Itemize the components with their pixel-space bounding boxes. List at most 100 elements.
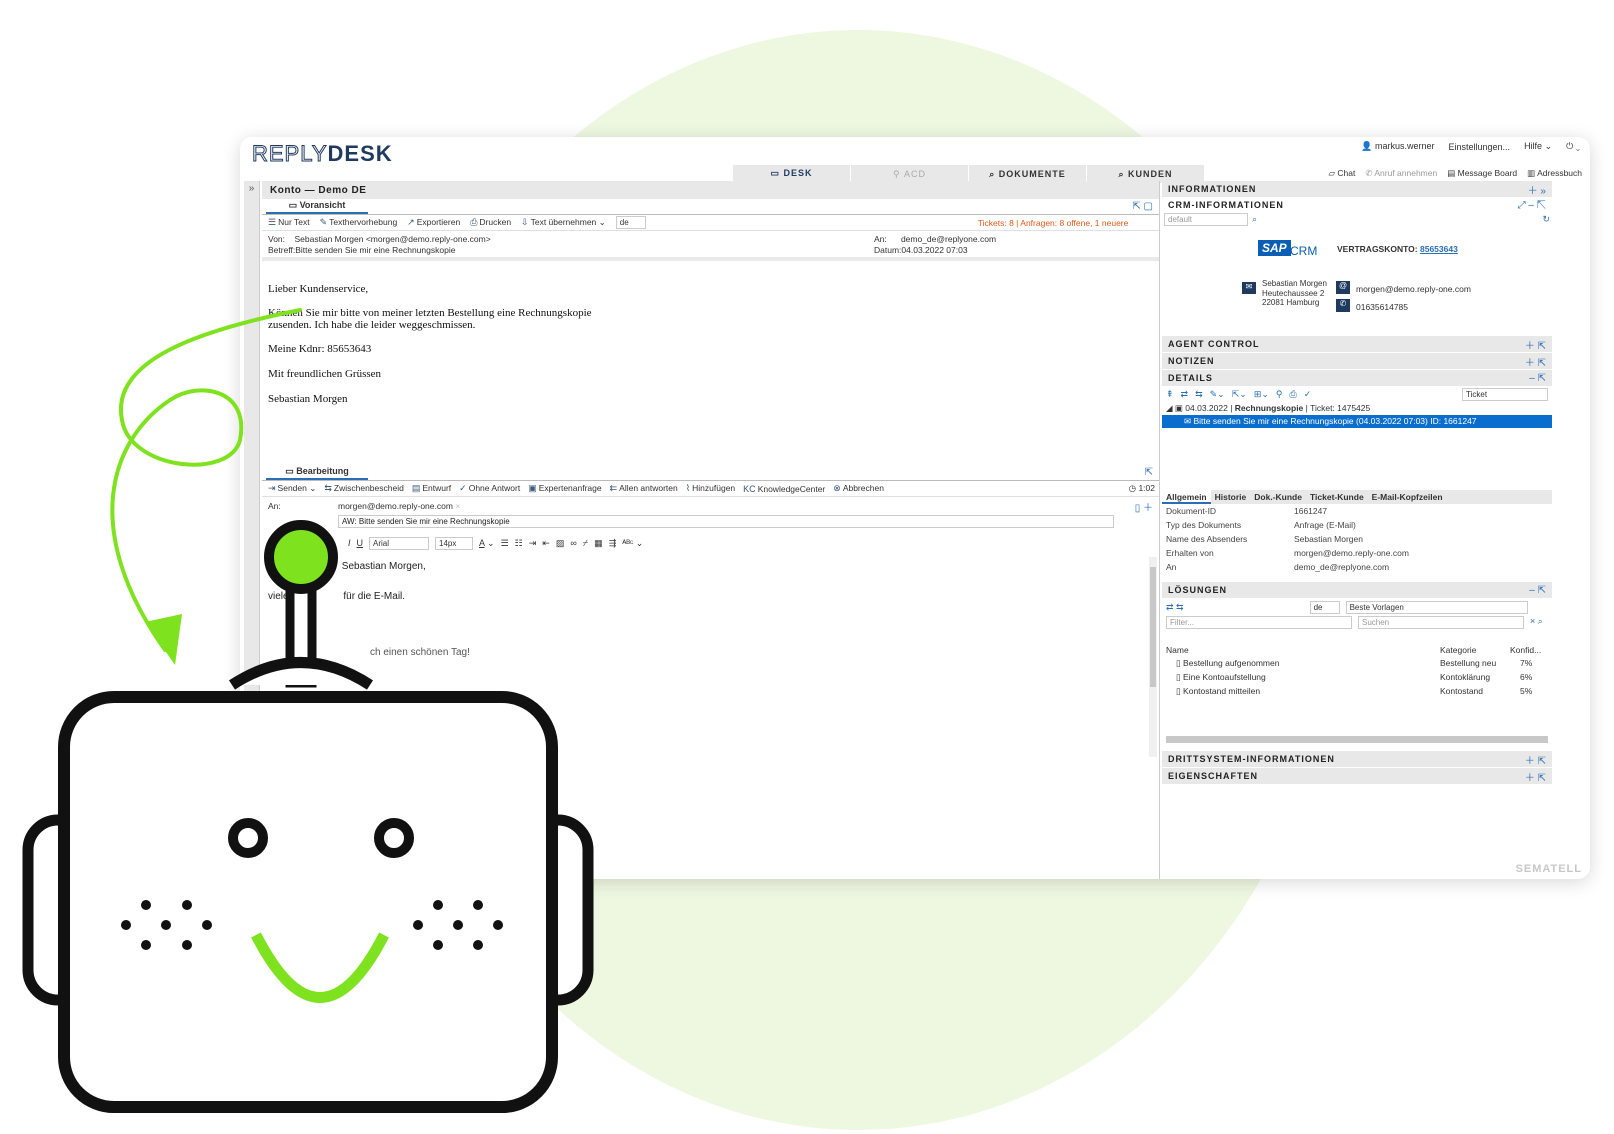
customer-email[interactable]: morgen@demo.reply-one.com — [1356, 284, 1471, 294]
tree-edit-icon[interactable]: ✎⌄ — [1210, 389, 1225, 400]
highlight-button[interactable]: ✎ Texthervorhebung — [320, 217, 398, 228]
tab-historie[interactable]: Historie — [1211, 490, 1251, 504]
add-recipient-icon[interactable]: ▯ ＋ — [1135, 499, 1153, 514]
properties-header[interactable]: EIGENSCHAFTEN ＋ ⇱ — [1162, 768, 1552, 784]
user-name[interactable]: markus.werner — [1375, 141, 1435, 151]
customer-phone[interactable]: 01635614785 — [1356, 302, 1408, 312]
tab-allgemein[interactable]: Allgemein — [1162, 490, 1211, 504]
link-icon[interactable]: ∞ — [570, 538, 576, 548]
popout-edit-icon[interactable]: ⇱ — [1145, 467, 1153, 478]
tree-node-ticket[interactable]: ◢ ▣ 04.03.2022 | Rechnungskopie | Ticket… — [1162, 402, 1552, 415]
text-color-button[interactable]: A ⌄ — [479, 538, 495, 549]
list-number-icon[interactable]: ☷ — [515, 538, 523, 549]
tab-ticket-kunde[interactable]: Ticket-Kunde — [1306, 490, 1368, 504]
solutions-type-select[interactable]: Beste Vorlagen — [1345, 600, 1528, 614]
tree-merge-icon[interactable]: ⇄ — [1181, 389, 1189, 400]
italic-button[interactable]: I — [348, 538, 351, 548]
solutions-hscrollbar[interactable] — [1166, 736, 1548, 743]
help-link[interactable]: Hilfe ⌄ — [1524, 141, 1552, 152]
crm-controls[interactable]: ⤢ – ⇱ — [1518, 200, 1546, 211]
plain-text-button[interactable]: ☰ Nur Text — [268, 217, 310, 228]
tab-bearbeitung[interactable]: ▭ Bearbeitung — [266, 466, 368, 480]
collapse-sidebar-button[interactable]: » — [244, 181, 260, 873]
crm-label: CRM — [1290, 244, 1318, 258]
crm-refresh-icon[interactable]: ↻ — [1542, 214, 1550, 225]
underline-button[interactable]: U — [357, 538, 364, 548]
agent-control-header[interactable]: AGENT CONTROL ＋ ⇱ — [1162, 336, 1552, 352]
tree-node-selected[interactable]: ✉ Bitte senden Sie mir eine Rechnungskop… — [1162, 415, 1552, 428]
no-reply-button[interactable]: ✓ Ohne Antwort — [459, 483, 520, 494]
reply-subject-input[interactable]: AW: Bitte senden Sie mir eine Rechnungsk… — [338, 515, 1114, 528]
date-label: Datum: — [874, 245, 902, 255]
reply-to-value[interactable]: morgen@demo.reply-one.com — [338, 501, 453, 511]
tree-split-icon[interactable]: ⇆ — [1195, 389, 1203, 400]
unlink-icon[interactable]: ⌿ — [583, 538, 588, 549]
power-icon[interactable]: ⏻ ⌄ — [1566, 141, 1580, 152]
tab-voransicht[interactable]: ▭ Voransicht — [266, 200, 368, 214]
send-button[interactable]: ⇥ Senden ⌄ — [268, 483, 316, 494]
size-select[interactable]: 14px — [435, 536, 474, 550]
image-icon[interactable]: ▨ — [556, 538, 565, 549]
outdent-icon[interactable]: ⇤ — [542, 538, 550, 549]
knowledge-center-button[interactable]: KC KnowledgeCenter — [743, 484, 825, 494]
user-icon[interactable]: 👤 markus.werner — [1361, 141, 1434, 152]
language-select[interactable]: de — [615, 216, 646, 229]
mail-icon: ✉ — [1242, 282, 1256, 294]
search-icon[interactable]: × ⌕ — [1530, 616, 1543, 629]
subject-label: Betreff: — [268, 245, 296, 255]
robot-left-freckles — [121, 900, 212, 950]
solutions-header[interactable]: LÖSUNGEN – ⇱ — [1162, 582, 1552, 598]
tree-expand-icon[interactable]: ⇞ — [1166, 389, 1174, 400]
crm-search-icon[interactable]: ⌕ — [1252, 214, 1257, 225]
list-item[interactable]: ▯ Kontostand mitteilen Kontostand 5% — [1162, 684, 1552, 698]
reply-all-button[interactable]: ⇇ Allen antworten — [610, 483, 678, 494]
details-header[interactable]: DETAILS – ⇱ — [1162, 370, 1552, 386]
solutions-merge-icon[interactable]: ⇄ ⇆ — [1166, 602, 1184, 613]
take-text-button[interactable]: ⇩ Text übernehmen ⌄ — [521, 217, 606, 228]
tree-link-icon[interactable]: ⇱⌄ — [1232, 389, 1247, 400]
compose-scrollbar[interactable] — [1149, 557, 1157, 757]
call-button[interactable]: ✆ Anruf annehmen — [1365, 168, 1437, 179]
tree-check-icon[interactable]: ✓ — [1304, 389, 1312, 400]
solutions-lang-select[interactable]: de — [1309, 600, 1340, 614]
list-item[interactable]: ▯ Bestellung aufgenommen Bestellung neu 7% — [1162, 656, 1552, 670]
print-button[interactable]: ⎙ Drucken — [470, 217, 511, 228]
filter-input[interactable]: Filter... — [1166, 616, 1352, 629]
tab-email-headers[interactable]: E-Mail-Kopfzeilen — [1368, 490, 1447, 504]
draft-button[interactable]: ▤ Entwurf — [412, 483, 451, 494]
attach-button[interactable]: ⌇ Hinzufügen — [686, 483, 735, 494]
details-type-select[interactable]: Ticket — [1462, 387, 1548, 401]
third-party-header[interactable]: DRITTSYSTEM-INFORMATIONEN ＋ ⇱ — [1162, 751, 1552, 767]
font-select[interactable]: Arial — [369, 536, 430, 550]
general-properties: Dokument-ID 1661247 Typ des Dokuments Anfr… — [1162, 504, 1532, 574]
spellcheck-icon[interactable]: ᴬᴮᶜ ⌄ — [622, 538, 643, 549]
tab-dok-kunde[interactable]: Dok.-Kunde — [1250, 490, 1306, 504]
contract-link[interactable]: 85653643 — [1420, 244, 1458, 254]
table-icon[interactable]: ▦ — [594, 538, 603, 549]
addressbook-button[interactable]: ▥ Adressbuch — [1527, 168, 1582, 179]
solutions-list: ▯ Bestellung aufgenommen Bestellung neu 7%… — [1162, 656, 1552, 698]
cancel-button[interactable]: ⊗ Abbrechen — [833, 483, 884, 494]
export-button[interactable]: ↗ Exportieren — [407, 217, 460, 228]
reply-body[interactable]: Hal Sebastian Morgen, viele für die E-Ma… — [268, 560, 470, 660]
tree-print-icon[interactable]: ⎙ — [1290, 389, 1297, 400]
list-item[interactable]: ▯ Eine Kontoaufstellung Kontoklärung 6% — [1162, 670, 1552, 684]
expert-request-button[interactable]: ▣ Expertenanfrage — [528, 483, 601, 494]
tickets-status[interactable]: Tickets: 8 | Anfragen: 8 offene, 1 neuer… — [978, 218, 1129, 228]
pagebreak-icon[interactable]: ⇶ — [609, 538, 617, 549]
interim-button[interactable]: ⇆ Zwischenbescheid — [324, 483, 403, 494]
indent-icon[interactable]: ⇥ — [529, 538, 537, 549]
details-toolbar: ⇞ ⇄ ⇆ ✎⌄ ⇱⌄ ⊞⌄ ⚲ ⎙ ✓ Ticket — [1162, 386, 1552, 402]
crm-select[interactable]: default — [1164, 213, 1248, 226]
popout-icon[interactable]: ⇱ ▢ — [1132, 201, 1153, 212]
list-bullet-icon[interactable]: ☰ — [501, 538, 509, 549]
info-controls[interactable]: ＋ » — [1528, 182, 1546, 197]
search-input[interactable]: Suchen — [1358, 616, 1524, 629]
tree-hierarchy-icon[interactable]: ⊞⌄ — [1254, 389, 1269, 400]
settings-link[interactable]: Einstellungen... — [1449, 142, 1511, 152]
tree-user-icon[interactable]: ⚲ — [1276, 389, 1283, 400]
message-board-button[interactable]: ▤ Message Board — [1447, 168, 1517, 179]
solutions-filter: Filter... Suchen × ⌕ — [1162, 616, 1552, 629]
chat-button[interactable]: ▱ Chat — [1328, 168, 1355, 179]
notes-header[interactable]: NOTIZEN ＋ ⇱ — [1162, 353, 1552, 369]
